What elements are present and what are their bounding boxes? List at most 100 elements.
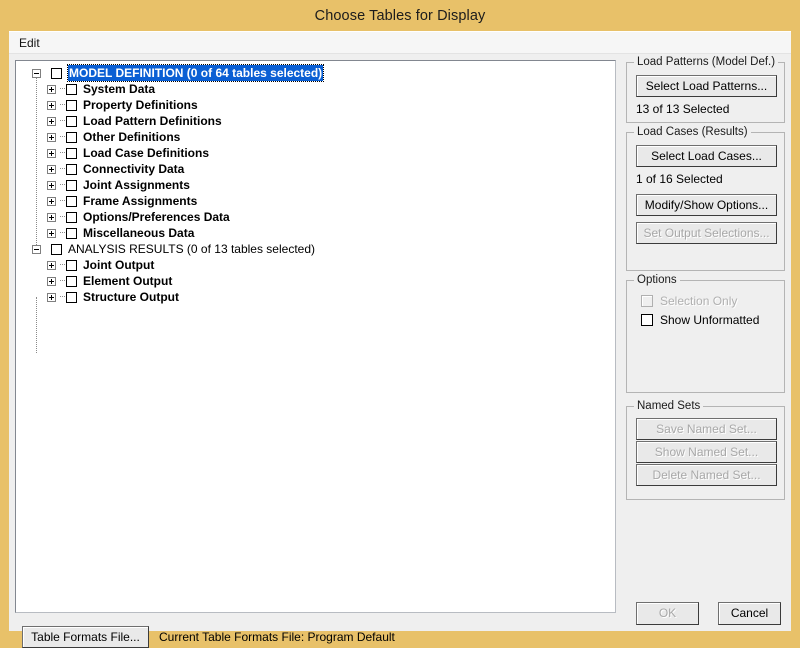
window-title: Choose Tables for Display — [314, 7, 486, 24]
tables-tree-panel[interactable]: MODEL DEFINITION (0 of 64 tables selecte… — [15, 60, 616, 613]
expand-icon[interactable] — [47, 260, 56, 270]
tree-node-checkbox[interactable] — [66, 163, 77, 175]
tree-connector — [60, 136, 65, 138]
tree-connector — [60, 104, 65, 106]
tree-node-label: MODEL DEFINITION (0 of 64 tables selecte… — [66, 64, 325, 82]
show-unformatted-label: Show Unformatted — [660, 312, 760, 327]
tree-node-model-definition[interactable]: MODEL DEFINITION (0 of 64 tables selecte… — [16, 64, 615, 82]
tree-node-joint-output[interactable]: Joint Output — [16, 257, 615, 273]
tree-node-label: Load Case Definitions — [83, 146, 210, 160]
tree-node-checkbox[interactable] — [66, 291, 77, 303]
tree-node-connectivity-data[interactable]: Connectivity Data — [16, 161, 615, 177]
tree-node-checkbox[interactable] — [66, 147, 77, 159]
tree-node-joint-assignments[interactable]: Joint Assignments — [16, 177, 615, 193]
tree-node-system-data[interactable]: System Data — [16, 81, 615, 97]
tree-connector — [60, 216, 65, 218]
expand-icon[interactable] — [47, 148, 56, 158]
selection-only-label: Selection Only — [660, 293, 738, 308]
tree-node-other-definitions[interactable]: Other Definitions — [16, 129, 615, 145]
tree-node-checkbox[interactable] — [66, 195, 77, 207]
tree-node-checkbox[interactable] — [66, 83, 77, 95]
tree-node-label: Joint Output — [83, 258, 155, 272]
collapse-icon[interactable] — [32, 68, 41, 78]
load-cases-group-title: Load Cases (Results) — [634, 126, 751, 138]
tree-node-frame-assignments[interactable]: Frame Assignments — [16, 193, 615, 209]
expand-icon[interactable] — [47, 180, 56, 190]
selection-only-checkbox-row: Selection Only — [641, 293, 737, 308]
menu-item-edit[interactable]: Edit — [14, 35, 45, 51]
show-named-set-button: Show Named Set... — [636, 441, 777, 463]
tree-connector — [45, 72, 50, 74]
tree-node-property-definitions[interactable]: Property Definitions — [16, 97, 615, 113]
tree-connector — [60, 264, 65, 266]
tree-connector — [60, 280, 65, 282]
expand-icon[interactable] — [47, 116, 56, 126]
dialog-client-area: Edit MODEL DEFINITION (0 of 64 tables se… — [9, 31, 791, 648]
ok-button: OK — [636, 602, 699, 625]
tree-node-checkbox[interactable] — [66, 115, 77, 127]
tree-connector — [60, 200, 65, 202]
set-output-selections-button: Set Output Selections... — [636, 222, 777, 244]
tree-node-checkbox[interactable] — [51, 243, 62, 255]
current-table-formats-status: Current Table Formats File: Program Defa… — [159, 630, 395, 644]
tree-node-checkbox[interactable] — [66, 99, 77, 111]
right-controls-column: Load Patterns (Model Def.) Select Load P… — [626, 54, 786, 624]
cancel-button[interactable]: Cancel — [718, 602, 781, 625]
tree-node-checkbox[interactable] — [66, 275, 77, 287]
tree-connector — [60, 296, 65, 298]
tree-node-label: Load Pattern Definitions — [83, 114, 222, 128]
tree-trunk-line — [36, 297, 37, 353]
load-cases-group: Load Cases (Results) Select Load Cases..… — [626, 126, 785, 271]
expand-icon[interactable] — [47, 164, 56, 174]
tree-node-label: Other Definitions — [83, 130, 181, 144]
tables-tree: MODEL DEFINITION (0 of 64 tables selecte… — [16, 61, 615, 353]
tree-node-label: Connectivity Data — [83, 162, 185, 176]
modify-show-options-button[interactable]: Modify/Show Options... — [636, 194, 777, 216]
tree-connector — [60, 232, 65, 234]
tree-node-label: System Data — [83, 82, 156, 96]
selection-only-checkbox — [641, 294, 653, 307]
tree-node-label: Property Definitions — [83, 98, 198, 112]
tree-node-label: Structure Output — [83, 290, 179, 304]
tree-connector — [60, 184, 65, 186]
select-load-cases-button[interactable]: Select Load Cases... — [636, 145, 777, 167]
load-cases-status: 1 of 16 Selected — [636, 172, 723, 186]
tree-node-label: Options/Preferences Data — [83, 210, 230, 224]
tree-node-analysis-results[interactable]: ANALYSIS RESULTS (0 of 13 tables selecte… — [16, 241, 615, 257]
show-unformatted-checkbox[interactable] — [641, 313, 653, 326]
load-patterns-group: Load Patterns (Model Def.) Select Load P… — [626, 56, 785, 123]
named-sets-group-title: Named Sets — [634, 400, 704, 412]
tree-node-checkbox[interactable] — [66, 259, 77, 271]
menu-bar: Edit — [9, 32, 791, 54]
expand-icon[interactable] — [47, 196, 56, 206]
tree-node-options-preferences-data[interactable]: Options/Preferences Data — [16, 209, 615, 225]
tree-node-checkbox[interactable] — [66, 131, 77, 143]
load-patterns-status: 13 of 13 Selected — [636, 102, 730, 116]
tree-node-checkbox[interactable] — [66, 211, 77, 223]
expand-icon[interactable] — [47, 276, 56, 286]
expand-icon[interactable] — [47, 212, 56, 222]
tree-node-miscellaneous-data[interactable]: Miscellaneous Data — [16, 225, 615, 241]
tree-connector — [60, 88, 65, 90]
show-unformatted-checkbox-row[interactable]: Show Unformatted — [641, 312, 759, 327]
tree-node-checkbox[interactable] — [66, 227, 77, 239]
tree-node-checkbox[interactable] — [66, 179, 77, 191]
expand-icon[interactable] — [47, 228, 56, 238]
table-formats-file-button[interactable]: Table Formats File... — [22, 626, 149, 648]
tree-node-element-output[interactable]: Element Output — [16, 273, 615, 289]
tree-node-load-pattern-definitions[interactable]: Load Pattern Definitions — [16, 113, 615, 129]
tree-node-label: Miscellaneous Data — [83, 226, 195, 240]
tree-node-label: Element Output — [83, 274, 173, 288]
tree-node-checkbox[interactable] — [51, 67, 62, 79]
tree-node-label: Joint Assignments — [83, 178, 190, 192]
select-load-patterns-button[interactable]: Select Load Patterns... — [636, 75, 777, 97]
tree-node-structure-output[interactable]: Structure Output — [16, 289, 615, 305]
load-patterns-group-title: Load Patterns (Model Def.) — [634, 56, 779, 68]
expand-icon[interactable] — [47, 84, 56, 94]
expand-icon[interactable] — [47, 100, 56, 110]
tree-node-load-case-definitions[interactable]: Load Case Definitions — [16, 145, 615, 161]
expand-icon[interactable] — [47, 132, 56, 142]
options-group-title: Options — [634, 274, 680, 286]
expand-icon[interactable] — [47, 292, 56, 302]
collapse-icon[interactable] — [32, 244, 41, 254]
